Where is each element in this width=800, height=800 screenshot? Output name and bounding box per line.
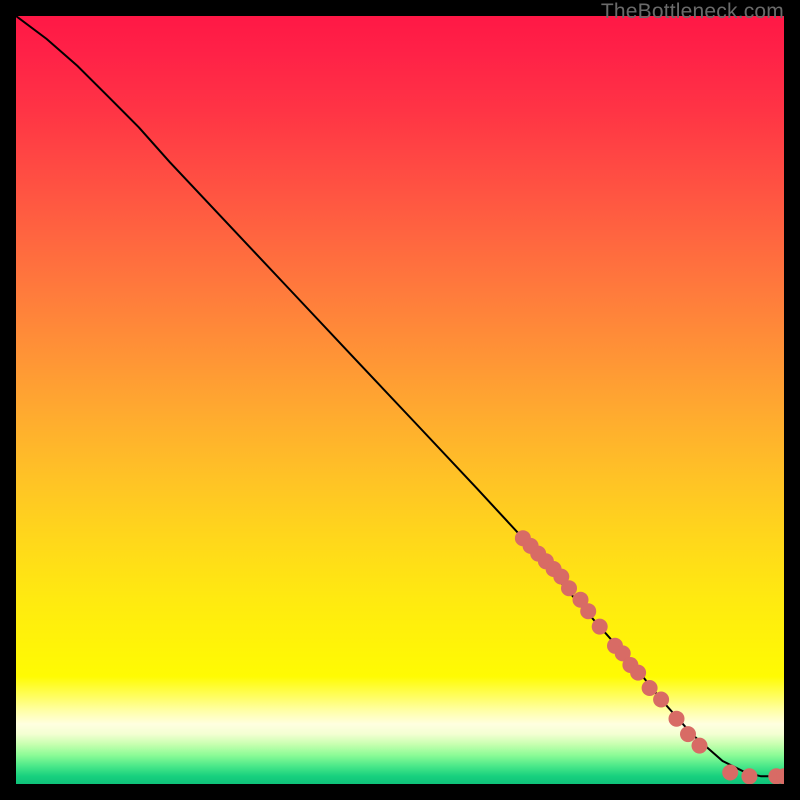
plot-area bbox=[16, 16, 784, 784]
scatter-dot bbox=[630, 665, 646, 681]
scatter-dot bbox=[592, 619, 608, 635]
scatter-dot bbox=[680, 726, 696, 742]
scatter-dot bbox=[653, 692, 669, 708]
scatter-dot bbox=[692, 738, 708, 754]
scatter-dot bbox=[669, 711, 685, 727]
scatter-dot bbox=[561, 580, 577, 596]
scatter-dot bbox=[580, 603, 596, 619]
watermark-text: TheBottleneck.com bbox=[601, 0, 784, 24]
scatter-dot bbox=[642, 680, 658, 696]
gradient-background bbox=[16, 16, 784, 784]
scatter-dot bbox=[722, 765, 738, 781]
chart-stage: TheBottleneck.com bbox=[0, 0, 800, 800]
scatter-dot bbox=[741, 768, 757, 784]
plot-svg bbox=[16, 16, 784, 784]
